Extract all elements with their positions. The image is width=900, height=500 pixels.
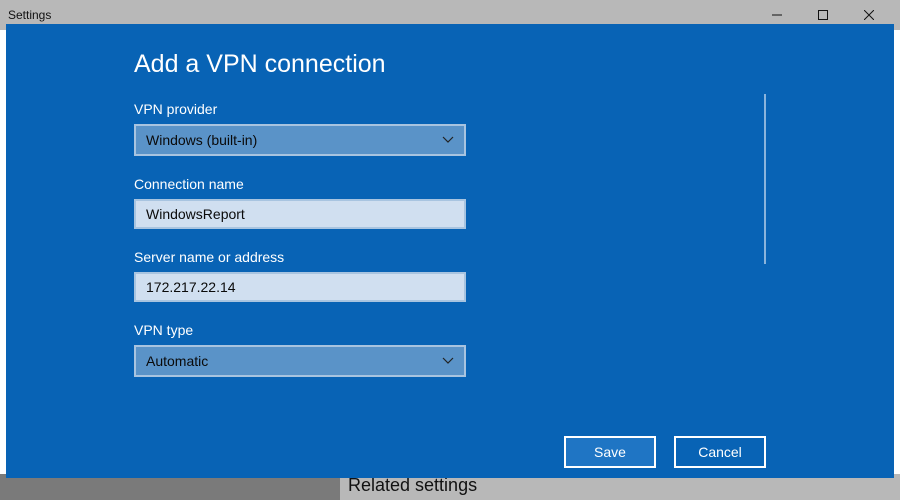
vpn-type-value: Automatic	[146, 353, 208, 369]
field-vpn-provider: VPN provider Windows (built-in)	[134, 101, 766, 156]
server-input[interactable]	[134, 272, 466, 302]
field-vpn-type: VPN type Automatic	[134, 322, 766, 377]
related-settings-heading: Related settings	[348, 475, 477, 496]
cancel-button-label: Cancel	[698, 444, 742, 460]
server-label: Server name or address	[134, 249, 766, 265]
maximize-icon	[818, 10, 828, 20]
save-button[interactable]: Save	[564, 436, 656, 468]
connection-name-input[interactable]	[134, 199, 466, 229]
vpn-provider-value: Windows (built-in)	[146, 132, 257, 148]
connection-name-label: Connection name	[134, 176, 766, 192]
field-connection-name: Connection name	[134, 176, 766, 229]
window-title: Settings	[8, 8, 754, 22]
vpn-provider-label: VPN provider	[134, 101, 766, 117]
chevron-down-icon	[442, 136, 454, 144]
add-vpn-dialog: Add a VPN connection VPN provider Window…	[6, 24, 894, 478]
vpn-type-select[interactable]: Automatic	[134, 345, 466, 377]
dialog-footer: Save Cancel	[6, 426, 894, 478]
settings-window: Settings Related settings Add a VPN conn…	[0, 0, 900, 500]
cancel-button[interactable]: Cancel	[674, 436, 766, 468]
close-icon	[864, 10, 874, 20]
scroll-indicator[interactable]	[764, 94, 766, 264]
vpn-provider-select[interactable]: Windows (built-in)	[134, 124, 466, 156]
field-server: Server name or address	[134, 249, 766, 302]
vpn-type-label: VPN type	[134, 322, 766, 338]
chevron-down-icon	[442, 357, 454, 365]
save-button-label: Save	[594, 444, 626, 460]
minimize-icon	[772, 10, 782, 20]
dialog-title: Add a VPN connection	[134, 50, 766, 79]
